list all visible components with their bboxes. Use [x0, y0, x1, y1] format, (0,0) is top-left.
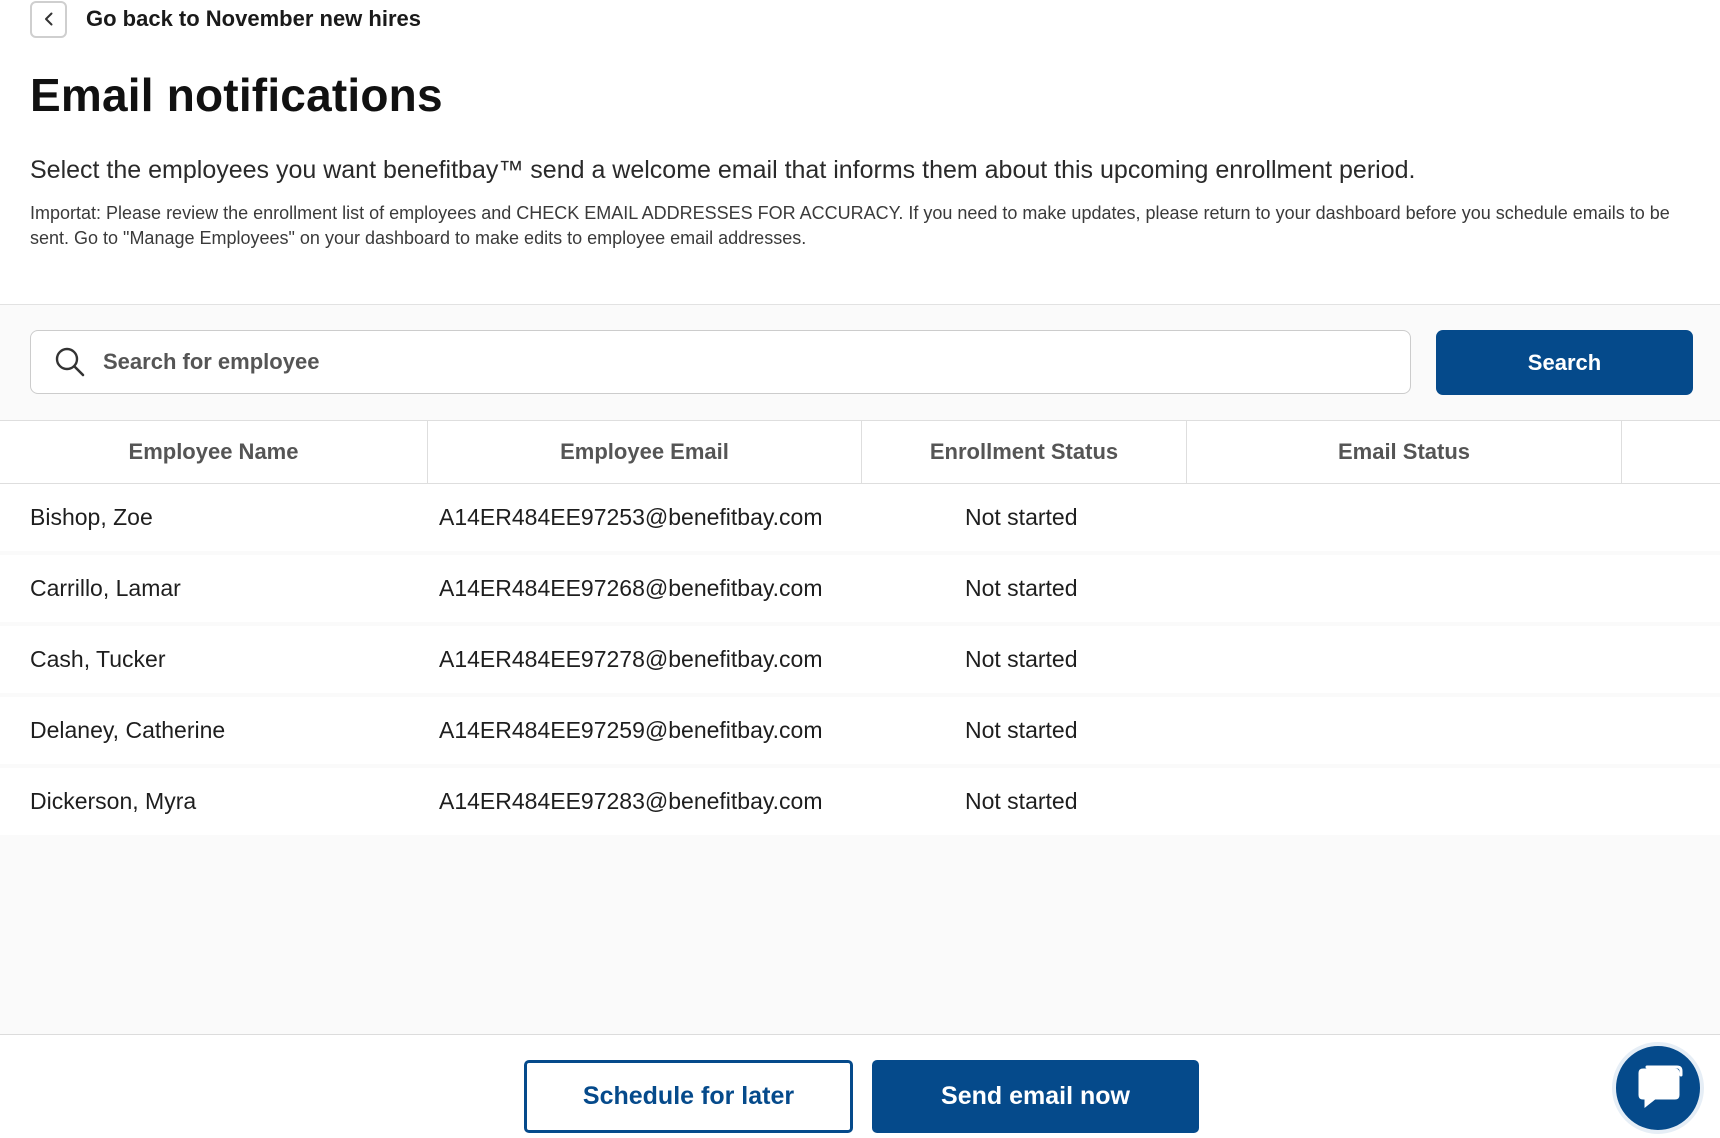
enrollment-status: Not started	[965, 717, 1078, 743]
employee-name: Dickerson, Myra	[30, 788, 197, 814]
search-section: Search	[0, 304, 1720, 420]
employee-email: A14ER484EE97278@benefitbay.com	[439, 646, 823, 672]
column-header-email-status[interactable]: Email Status	[1187, 421, 1622, 483]
chat-button[interactable]	[1612, 1042, 1704, 1134]
important-notice: Importat: Please review the enrollment l…	[30, 203, 1670, 248]
table-row[interactable]: Bishop, Zoe A14ER484EE97253@benefitbay.c…	[0, 484, 1720, 551]
page-header: Go back to November new hires Email noti…	[0, 0, 1720, 251]
employee-name: Cash, Tucker	[30, 646, 166, 672]
column-header-extra	[1622, 421, 1720, 483]
column-header-employee-name[interactable]: Employee Name	[0, 421, 428, 483]
table-header: Employee Name Employee Email Enrollment …	[0, 420, 1720, 484]
back-link-label[interactable]: Go back to November new hires	[86, 6, 421, 32]
send-email-now-button[interactable]: Send email now	[872, 1060, 1199, 1133]
employee-table: Employee Name Employee Email Enrollment …	[0, 420, 1720, 1034]
employee-name: Bishop, Zoe	[30, 504, 153, 530]
search-button[interactable]: Search	[1436, 330, 1693, 395]
employee-email: A14ER484EE97259@benefitbay.com	[439, 717, 823, 743]
page-subtitle: Select the employees you want benefitbay…	[30, 156, 1416, 184]
employee-name: Delaney, Catherine	[30, 717, 226, 743]
search-input[interactable]	[103, 349, 1303, 375]
table-row[interactable]: Delaney, Catherine A14ER484EE97259@benef…	[0, 697, 1720, 764]
column-header-employee-email[interactable]: Employee Email	[428, 421, 862, 483]
back-button[interactable]	[30, 0, 67, 38]
column-header-enrollment-status[interactable]: Enrollment Status	[862, 421, 1187, 483]
employee-email: A14ER484EE97268@benefitbay.com	[439, 575, 823, 601]
chevron-left-icon	[44, 12, 52, 26]
email-notifications-page: Go back to November new hires Email noti…	[0, 0, 1720, 1138]
enrollment-status: Not started	[965, 646, 1078, 672]
table-row[interactable]: Cash, Tucker A14ER484EE97278@benefitbay.…	[0, 626, 1720, 693]
employee-email: A14ER484EE97283@benefitbay.com	[439, 788, 823, 814]
table-row[interactable]: Dickerson, Myra A14ER484EE97283@benefitb…	[0, 768, 1720, 835]
enrollment-status: Not started	[965, 575, 1078, 601]
schedule-for-later-button[interactable]: Schedule for later	[524, 1060, 853, 1133]
table-body: Bishop, Zoe A14ER484EE97253@benefitbay.c…	[0, 484, 1720, 835]
enrollment-status: Not started	[965, 504, 1078, 530]
action-footer: Schedule for later Send email now	[0, 1034, 1720, 1138]
page-title: Email notifications	[30, 69, 443, 121]
table-row[interactable]: Carrillo, Lamar A14ER484EE97268@benefitb…	[0, 555, 1720, 622]
chat-bubble-icon	[1638, 1065, 1683, 1109]
enrollment-status: Not started	[965, 788, 1078, 814]
search-icon	[55, 347, 85, 377]
back-navigation: Go back to November new hires	[30, 0, 1690, 38]
search-box[interactable]	[30, 330, 1411, 394]
employee-name: Carrillo, Lamar	[30, 575, 181, 601]
employee-email: A14ER484EE97253@benefitbay.com	[439, 504, 823, 530]
